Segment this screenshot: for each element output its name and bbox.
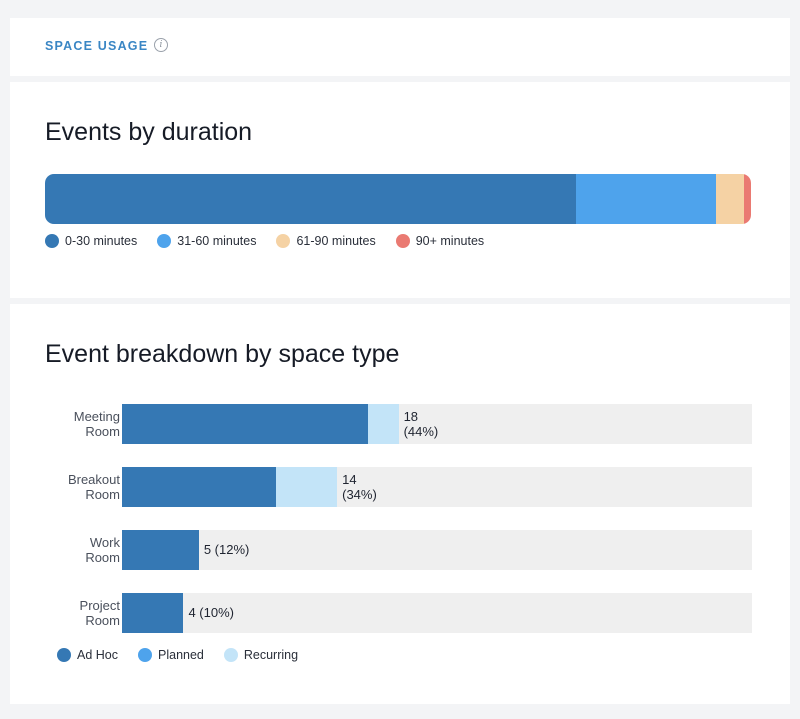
data-label: 4 (10%) bbox=[188, 605, 234, 620]
breakdown-row: Breakout Room 14 (34%) bbox=[10, 467, 790, 507]
data-label-line: (44%) bbox=[403, 424, 439, 439]
section-label: SPACE USAGE bbox=[45, 39, 149, 53]
category-label: Work Room bbox=[40, 535, 120, 565]
category-label-line: Breakout bbox=[67, 472, 120, 487]
category-label-line: Meeting bbox=[73, 409, 120, 424]
duration-stacked-bar bbox=[45, 174, 751, 224]
legend-item: 61-90 minutes bbox=[276, 234, 376, 248]
space-usage-header: SPACE USAGE i bbox=[10, 18, 790, 76]
category-label-line: Project bbox=[79, 598, 120, 613]
legend-swatch bbox=[157, 234, 172, 248]
duration-segment bbox=[715, 174, 744, 224]
event-breakdown-card: Event breakdown by space type Meeting Roo… bbox=[10, 304, 790, 704]
legend-item: 90+ minutes bbox=[395, 234, 485, 248]
bar-track: 14 (34%) bbox=[122, 467, 752, 507]
info-icon[interactable]: i bbox=[154, 38, 168, 52]
bar-track: 18 (44%) bbox=[122, 404, 752, 444]
legend-item: 0-30 minutes bbox=[45, 234, 137, 248]
legend-swatch bbox=[223, 648, 238, 662]
legend-label: 31-60 minutes bbox=[177, 234, 257, 248]
data-label-line: 18 bbox=[403, 409, 419, 424]
bar-track: 4 (10%) bbox=[122, 593, 752, 633]
legend-item: 31-60 minutes bbox=[157, 234, 256, 248]
legend-label: Recurring bbox=[243, 648, 299, 662]
category-label: Breakout Room bbox=[40, 472, 120, 502]
legend-swatch bbox=[276, 234, 291, 248]
legend-item: Ad Hoc bbox=[57, 648, 118, 662]
duration-segment bbox=[576, 174, 716, 224]
legend-swatch bbox=[45, 234, 59, 248]
bar-segment bbox=[122, 593, 184, 633]
category-label-line: Room bbox=[85, 424, 120, 439]
legend-swatch bbox=[138, 648, 152, 662]
duration-legend: 0-30 minutes 31-60 minutes 61-90 minutes 90… bbox=[45, 234, 504, 248]
duration-segment bbox=[45, 174, 577, 224]
chart-title: Event breakdown by space type bbox=[45, 340, 400, 368]
data-label: 18 (44%) bbox=[404, 409, 439, 439]
category-label: Project Room bbox=[40, 598, 120, 628]
category-label: Meeting Room bbox=[40, 409, 120, 439]
legend-item: Recurring bbox=[223, 648, 299, 662]
legend-label: Ad Hoc bbox=[77, 648, 118, 662]
breakdown-legend: Ad Hoc Planned Recurring bbox=[57, 648, 318, 662]
breakdown-row: Work Room 5 (12%) bbox=[10, 530, 790, 570]
category-label-line: Room bbox=[85, 487, 120, 502]
bar-segment bbox=[367, 404, 399, 444]
category-label-line: Work bbox=[89, 535, 120, 550]
events-by-duration-card: Events by duration 0-30 minutes 31-60 min… bbox=[10, 82, 790, 298]
data-label-line: 14 bbox=[342, 472, 357, 487]
data-label-line: (34%) bbox=[342, 487, 377, 502]
legend-label: 90+ minutes bbox=[415, 234, 485, 248]
bar-segment bbox=[122, 530, 199, 570]
bar-segment bbox=[275, 467, 338, 507]
breakdown-row: Project Room 4 (10%) bbox=[10, 593, 790, 633]
chart-title: Events by duration bbox=[45, 118, 253, 146]
data-label: 14 (34%) bbox=[342, 472, 377, 502]
category-label-line: Room bbox=[85, 613, 120, 628]
breakdown-row: Meeting Room 18 (44%) bbox=[10, 404, 790, 444]
data-label: 5 (12%) bbox=[204, 542, 250, 557]
data-label-line: 5 (12%) bbox=[203, 542, 250, 557]
bar-segment bbox=[122, 404, 368, 444]
bar-segment bbox=[122, 467, 276, 507]
legend-label: Planned bbox=[158, 648, 204, 662]
legend-swatch bbox=[395, 234, 410, 248]
legend-label: 0-30 minutes bbox=[65, 234, 138, 248]
legend-label: 61-90 minutes bbox=[296, 234, 376, 248]
bar-track: 5 (12%) bbox=[122, 530, 752, 570]
data-label-line: 4 (10%) bbox=[188, 605, 234, 620]
category-label-line: Room bbox=[85, 550, 120, 565]
legend-swatch bbox=[57, 648, 71, 662]
duration-segment bbox=[743, 174, 751, 224]
legend-item: Planned bbox=[138, 648, 204, 662]
